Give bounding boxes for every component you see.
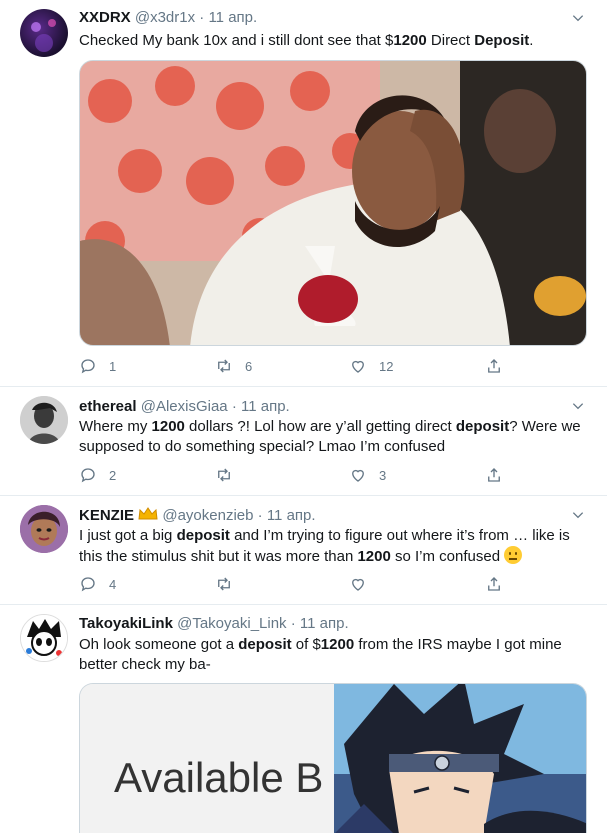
tweet[interactable]: TakoyakiLink @Takoyaki_Link · 11 апр. Oh…: [0, 605, 607, 833]
share-button[interactable]: [485, 575, 503, 593]
heart-icon: [352, 360, 364, 373]
avatar[interactable]: [20, 505, 68, 553]
avatar[interactable]: [20, 614, 68, 662]
retweet-icon: [218, 468, 230, 482]
like-button[interactable]: [349, 575, 379, 593]
reply-icon: [81, 359, 95, 374]
highlight-term: deposit: [455, 418, 510, 435]
separator-dot: ·: [257, 507, 263, 524]
heart-icon: [352, 578, 364, 591]
timestamp[interactable]: 11 апр.: [300, 615, 349, 632]
timestamp[interactable]: 11 апр.: [208, 9, 257, 26]
separator-dot: ·: [290, 615, 296, 632]
neutral-face-emoji: [504, 546, 523, 564]
separator-dot: ·: [231, 398, 237, 415]
tweet-text: I just got a big deposit and I’m trying …: [79, 526, 584, 567]
tweet-header: ethereal @AlexisGiaa · 11 апр.: [79, 397, 290, 417]
separator-dot: ·: [199, 9, 205, 26]
reply-count: 4: [109, 576, 117, 592]
reply-icon: [81, 468, 95, 483]
tweet-actions: 1 6 12: [79, 357, 519, 377]
reply-count: 1: [109, 358, 117, 374]
handle[interactable]: @x3dr1x: [135, 9, 195, 26]
text-part: .: [529, 32, 534, 49]
reply-icon: [81, 577, 95, 592]
tweet-actions: 4: [79, 575, 519, 595]
avatar-image: [21, 615, 67, 661]
display-name[interactable]: TakoyakiLink: [79, 615, 173, 632]
tweet-photo[interactable]: [79, 60, 587, 346]
like-button[interactable]: 3: [349, 466, 386, 484]
tweet-header: XXDRX @x3dr1x · 11 апр.: [79, 8, 257, 28]
avatar[interactable]: [20, 396, 68, 444]
photo-illustration: [80, 61, 586, 345]
avatar-image: [31, 19, 56, 52]
highlight-term: 1200: [320, 636, 355, 653]
chevron-down-icon[interactable]: [571, 399, 585, 413]
highlight-term: 1200: [393, 32, 427, 49]
share-icon: [488, 468, 500, 482]
handle[interactable]: @AlexisGiaa: [141, 398, 228, 415]
chevron-down-icon[interactable]: [571, 11, 585, 25]
highlight-term: 1200: [357, 548, 391, 565]
tweet[interactable]: KENZIE @ayokenzieb · 11 апр. I just got …: [0, 496, 607, 605]
anime-character-panel: [334, 684, 586, 833]
share-button[interactable]: [485, 357, 503, 375]
chevron-down-icon[interactable]: [571, 508, 585, 522]
text-part: so I’m confused: [390, 548, 505, 565]
highlight-term: deposit: [238, 636, 292, 653]
tweet-photo[interactable]: Available B: [79, 683, 587, 833]
text-part: dollars ?! Lol how are y’all getting dir…: [184, 418, 456, 435]
timestamp[interactable]: 11 апр.: [241, 398, 290, 415]
retweet-icon: [218, 577, 230, 591]
display-name[interactable]: KENZIE: [79, 507, 134, 524]
handle[interactable]: @Takoyaki_Link: [177, 615, 286, 632]
display-name[interactable]: XXDRX: [79, 9, 131, 26]
reply-count: 2: [109, 467, 117, 483]
display-name[interactable]: ethereal: [79, 398, 137, 415]
tweet-header: KENZIE @ayokenzieb · 11 апр.: [79, 506, 316, 526]
crown-icon: [138, 507, 158, 520]
text-part: of $: [291, 636, 321, 653]
like-button[interactable]: 12: [349, 357, 393, 375]
highlight-term: deposit: [176, 527, 230, 544]
handle[interactable]: @ayokenzieb: [162, 507, 253, 524]
like-count: 3: [379, 467, 387, 483]
highlight-term: 1200: [151, 418, 185, 435]
screenshot-text: Available B: [114, 754, 324, 801]
reply-button[interactable]: 4: [79, 575, 116, 593]
text-part: I just got a big: [79, 527, 177, 544]
share-icon: [488, 359, 500, 373]
tweet-text: Checked My bank 10x and i still dont see…: [79, 31, 584, 51]
tweet-text: Where my 1200 dollars ?! Lol how are y’a…: [79, 417, 584, 457]
like-count: 12: [379, 358, 394, 374]
text-part: Where my: [79, 418, 152, 435]
share-button[interactable]: [485, 466, 503, 484]
text-part: Checked My bank 10x and i still dont see…: [79, 32, 394, 49]
highlight-term: Deposit: [474, 32, 530, 49]
tweet-text: Oh look someone got a deposit of $1200 f…: [79, 635, 584, 675]
heart-icon: [352, 469, 364, 482]
retweet-count: 6: [245, 358, 253, 374]
tweet-header: TakoyakiLink @Takoyaki_Link · 11 апр.: [79, 614, 349, 634]
reply-button[interactable]: 1: [79, 357, 116, 375]
share-icon: [488, 577, 500, 591]
retweet-icon: [218, 359, 230, 373]
text-part: Direct: [426, 32, 475, 49]
avatar[interactable]: [20, 9, 68, 57]
avatar-image: [20, 505, 68, 553]
avatar-image: [20, 396, 68, 444]
text-part: Oh look someone got a: [79, 636, 239, 653]
tweet[interactable]: ethereal @AlexisGiaa · 11 апр. Where my …: [0, 387, 607, 496]
screenshot-panel: Available B: [80, 684, 334, 833]
retweet-button[interactable]: 6: [215, 357, 252, 375]
retweet-button[interactable]: [215, 466, 245, 484]
timestamp[interactable]: 11 апр.: [267, 507, 316, 524]
retweet-button[interactable]: [215, 575, 245, 593]
reply-button[interactable]: 2: [79, 466, 116, 484]
tweet[interactable]: XXDRX @x3dr1x · 11 апр. Checked My bank …: [0, 0, 607, 387]
tweet-actions: 2 3: [79, 466, 519, 486]
